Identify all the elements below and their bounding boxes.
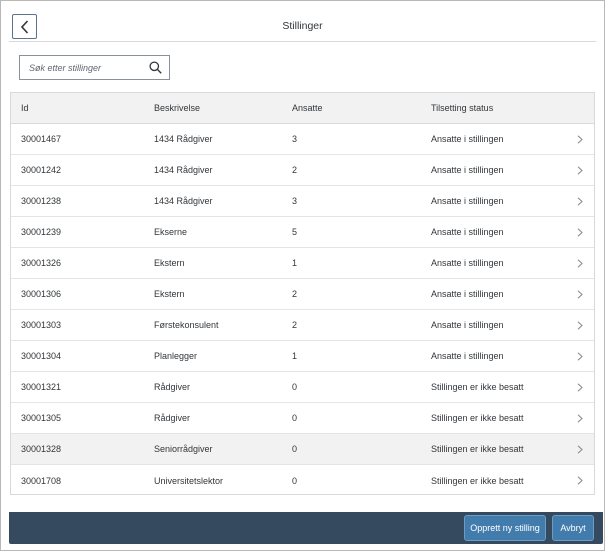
column-header-id: Id (21, 103, 29, 113)
row-beskrivelse: Seniorrådgiver (154, 444, 213, 454)
row-status: Stillingen er ikke besatt (431, 413, 524, 423)
table-row[interactable]: 30001305 Rådgiver 0 Stillingen er ikke besa… (11, 403, 594, 434)
chevron-right-icon (577, 290, 583, 299)
chevron-right-icon (577, 197, 583, 206)
search-field[interactable] (19, 55, 170, 80)
row-ansatte: 0 (292, 444, 298, 454)
row-ansatte: 0 (292, 413, 298, 423)
row-ansatte: 0 (292, 382, 298, 392)
row-id: 30001239 (21, 227, 62, 237)
table-row[interactable]: 30001306 Ekstern 2 Ansatte i stillingen (11, 279, 594, 310)
table-row[interactable]: 30001467 1434 Rådgiver 3 Ansatte i stilling… (11, 124, 594, 155)
row-status: Ansatte i stillingen (431, 351, 504, 361)
search-icon[interactable] (149, 61, 162, 74)
chevron-right-icon (577, 135, 583, 144)
row-beskrivelse: Universitetslektor (154, 475, 224, 486)
create-position-button[interactable]: Opprett ny stilling (464, 515, 546, 541)
row-id: 30001708 (21, 475, 62, 486)
table-row[interactable]: 30001242 1434 Rådgiver 2 Ansatte i stilling… (11, 155, 594, 186)
row-ansatte: 1 (292, 351, 298, 361)
row-status: Ansatte i stillingen (431, 165, 504, 175)
row-status: Stillingen er ikke besatt (431, 444, 524, 454)
row-beskrivelse: Ekstern (154, 289, 185, 299)
table-row[interactable]: 30001304 Planlegger 1 Ansatte i stillingen (11, 341, 594, 372)
row-status: Ansatte i stillingen (431, 227, 504, 237)
column-header-ansatte: Ansatte (292, 103, 323, 113)
row-beskrivelse: Planlegger (154, 351, 198, 361)
row-ansatte: 3 (292, 134, 298, 144)
chevron-right-icon (577, 445, 583, 454)
row-status: Stillingen er ikke besatt (431, 475, 524, 486)
row-beskrivelse: 1434 Rådgiver (154, 134, 213, 144)
row-id: 30001305 (21, 413, 62, 423)
row-status: Stillingen er ikke besatt (431, 382, 524, 392)
row-status: Ansatte i stillingen (431, 134, 504, 144)
table-row[interactable]: 30001321 Rådgiver 0 Stillingen er ikke besa… (11, 372, 594, 403)
chevron-right-icon (577, 414, 583, 423)
footer-bar: Opprett ny stilling Avbryt (9, 512, 603, 544)
row-status: Ansatte i stillingen (431, 289, 504, 299)
table-row[interactable]: 30001239 Ekserne 5 Ansatte i stillingen (11, 217, 594, 248)
table-row[interactable]: 30001708 Universitetslektor 0 Stillingen er… (11, 465, 594, 496)
table-row[interactable]: 30001328 Seniorrådgiver 0 Stillingen er ikk… (11, 434, 594, 465)
row-id: 30001306 (21, 289, 62, 299)
row-id: 30001304 (21, 351, 62, 361)
row-ansatte: 2 (292, 165, 298, 175)
row-beskrivelse: 1434 Rådgiver (154, 165, 213, 175)
search-input[interactable] (20, 56, 145, 79)
row-status: Ansatte i stillingen (431, 320, 504, 330)
header-divider (9, 41, 596, 42)
table-row[interactable]: 30001238 1434 Rådgiver 3 Ansatte i stilling… (11, 186, 594, 217)
chevron-right-icon (577, 166, 583, 175)
row-status: Ansatte i stillingen (431, 258, 504, 268)
row-beskrivelse: Ekserne (154, 227, 188, 237)
row-beskrivelse: Rådgiver (154, 413, 191, 423)
row-ansatte: 2 (292, 289, 298, 299)
cancel-button[interactable]: Avbryt (552, 515, 594, 541)
table-row[interactable]: 30001303 Førstekonsulent 2 Ansatte i stilli… (11, 310, 594, 341)
row-ansatte: 1 (292, 258, 298, 268)
chevron-right-icon (577, 476, 583, 485)
row-beskrivelse: 1434 Rådgiver (154, 196, 213, 206)
header-bar: Stillinger (1, 1, 604, 45)
table-body: 30001467 1434 Rådgiver 3 Ansatte i stilling… (11, 124, 594, 496)
row-id: 30001321 (21, 382, 62, 392)
row-id: 30001242 (21, 165, 62, 175)
chevron-right-icon (577, 383, 583, 392)
chevron-right-icon (577, 352, 583, 361)
row-ansatte: 2 (292, 320, 298, 330)
chevron-right-icon (577, 259, 583, 268)
row-id: 30001303 (21, 320, 62, 330)
positions-table: Id Beskrivelse Ansatte Tilsetting status… (10, 92, 595, 495)
row-ansatte: 3 (292, 196, 298, 206)
chevron-right-icon (577, 228, 583, 237)
row-beskrivelse: Ekstern (154, 258, 185, 268)
column-header-beskrivelse: Beskrivelse (154, 103, 201, 113)
row-ansatte: 0 (292, 475, 298, 486)
row-beskrivelse: Rådgiver (154, 382, 191, 392)
table-row[interactable]: 30001326 Ekstern 1 Ansatte i stillingen (11, 248, 594, 279)
row-ansatte: 5 (292, 227, 298, 237)
column-header-status: Tilsetting status (431, 103, 494, 113)
row-id: 30001328 (21, 444, 62, 454)
row-beskrivelse: Førstekonsulent (154, 320, 219, 330)
chevron-right-icon (577, 321, 583, 330)
table-header: Id Beskrivelse Ansatte Tilsetting status (11, 93, 594, 124)
row-id: 30001326 (21, 258, 62, 268)
row-id: 30001467 (21, 134, 62, 144)
row-id: 30001238 (21, 196, 62, 206)
page-title: Stillinger (282, 20, 323, 32)
row-status: Ansatte i stillingen (431, 196, 504, 206)
